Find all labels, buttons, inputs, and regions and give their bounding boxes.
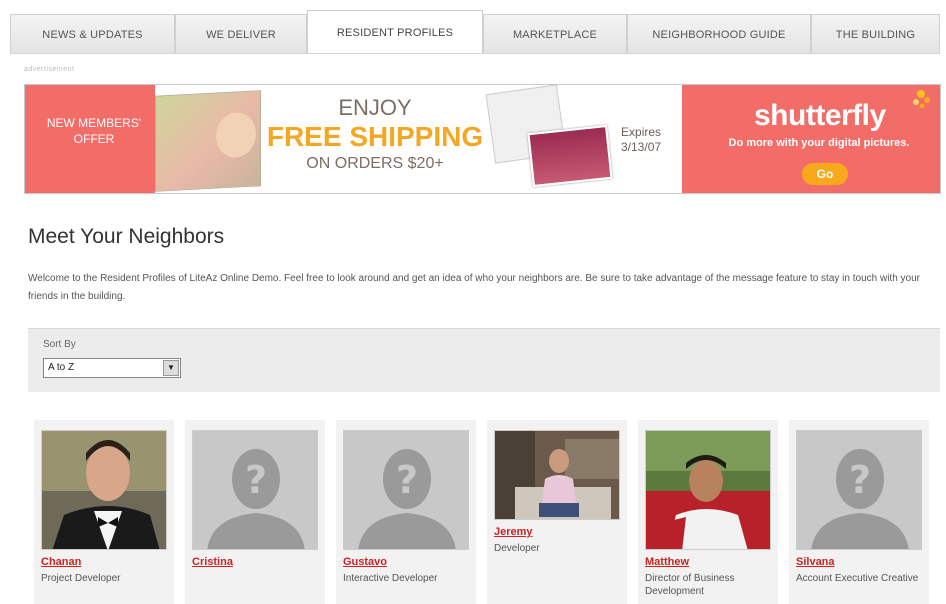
profile-name-link[interactable]: Cristina	[192, 556, 233, 568]
silhouette-placeholder-icon: ?	[344, 431, 468, 549]
main-nav: NEWS & UPDATES WE DELIVER RESIDENT PROFI…	[10, 10, 940, 54]
enjoy-text: ENJOY	[338, 95, 412, 120]
man-in-tuxedo-photo	[42, 431, 166, 549]
profile-card: Chanan Project Developer	[34, 420, 174, 604]
profile-photo[interactable]	[645, 430, 771, 550]
free-shipping-text: FREE SHIPPING	[266, 121, 484, 152]
shutterfly-banner-ad[interactable]: NEW MEMBERS' OFFER ENJOY FREE SHIPPING O…	[24, 84, 941, 194]
card-front-graphic	[527, 124, 613, 188]
child-face-graphic	[216, 111, 256, 159]
profile-photo[interactable]: ?	[796, 430, 922, 550]
tab-the-building[interactable]: THE BUILDING	[811, 14, 940, 54]
photo-book-image	[155, 90, 261, 192]
go-button[interactable]: Go	[802, 163, 848, 185]
sort-selected-value: A to Z	[48, 362, 75, 373]
svg-text:?: ?	[245, 458, 267, 502]
expires-label: Expires	[621, 125, 662, 139]
brand-tagline: Do more with your digital pictures.	[728, 137, 910, 149]
orders-text: ON ORDERS $20+	[306, 155, 444, 172]
profile-card: ? Gustavo Interactive Developer	[336, 420, 476, 604]
tab-we-deliver[interactable]: WE DELIVER	[175, 14, 307, 54]
profile-card: ? Cristina	[185, 420, 325, 604]
profile-photo[interactable]	[494, 430, 620, 520]
profile-card: ? Silvana Account Executive Creative	[789, 420, 929, 604]
profile-photo[interactable]: ?	[192, 430, 318, 550]
profiles-list: Chanan Project Developer ? Cristina ? Gu…	[34, 420, 940, 604]
intro-text: Welcome to the Resident Profiles of Lite…	[28, 273, 920, 302]
svg-text:?: ?	[849, 458, 871, 502]
profile-name-link[interactable]: Matthew	[645, 556, 689, 568]
tab-news-updates[interactable]: NEWS & UPDATES	[10, 14, 175, 54]
profile-name-link[interactable]: Chanan	[41, 556, 81, 568]
man-by-truck-photo	[646, 431, 770, 549]
sort-select[interactable]: A to Z ▼	[43, 358, 181, 378]
tab-marketplace[interactable]: MARKETPLACE	[483, 14, 627, 54]
profile-role: Director of Business Development	[645, 573, 735, 597]
tab-resident-profiles[interactable]: RESIDENT PROFILES	[307, 10, 483, 54]
offer-panel: NEW MEMBERS' OFFER	[25, 85, 155, 193]
new-members-offer-text: NEW MEMBERS' OFFER	[46, 116, 142, 146]
profile-card: Jeremy Developer	[487, 420, 627, 604]
page-title: Meet Your Neighbors	[28, 225, 225, 248]
brand-panel: shutterfly Do more with your digital pic…	[682, 85, 940, 193]
chevron-down-icon[interactable]: ▼	[163, 360, 179, 376]
man-on-sofa-photo	[495, 431, 619, 519]
profile-name-link[interactable]: Silvana	[796, 556, 835, 568]
profile-role: Account Executive Creative	[796, 573, 919, 584]
profile-name-link[interactable]: Gustavo	[343, 556, 387, 568]
promo-text: ENJOY FREE SHIPPING ON ORDERS $20+	[265, 95, 485, 175]
tab-neighborhood-guide[interactable]: NEIGHBORHOOD GUIDE	[627, 14, 811, 54]
expires-date: 3/13/07	[621, 140, 662, 154]
profile-photo[interactable]: ?	[343, 430, 469, 550]
profile-card: Matthew Director of Business Development	[638, 420, 778, 604]
sort-panel: Sort By A to Z ▼	[28, 328, 940, 392]
greeting-cards-image	[485, 85, 620, 189]
profile-name-link[interactable]: Jeremy	[494, 526, 533, 538]
silhouette-placeholder-icon: ?	[797, 431, 921, 549]
svg-text:?: ?	[396, 458, 418, 502]
expires-text: Expires 3/13/07	[621, 125, 661, 155]
profile-role: Interactive Developer	[343, 573, 438, 584]
shutterfly-logo: shutterfly	[754, 99, 886, 132]
silhouette-placeholder-icon: ?	[193, 431, 317, 549]
advertisement-label: advertisement	[24, 66, 75, 73]
profile-role: Project Developer	[41, 573, 121, 584]
flower-dots-icon	[913, 90, 930, 109]
profile-role: Developer	[494, 543, 540, 554]
tab-divider	[10, 53, 940, 54]
profile-photo[interactable]	[41, 430, 167, 550]
sort-label: Sort By	[43, 339, 76, 350]
